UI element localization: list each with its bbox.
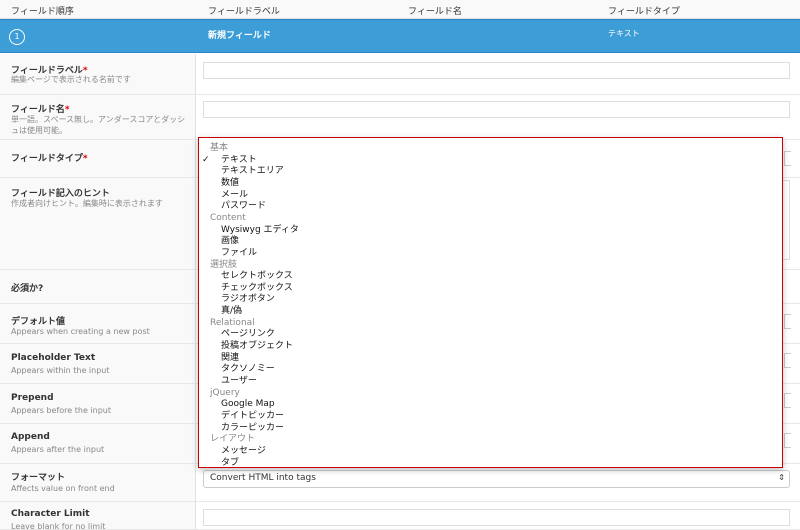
setting-name-desc: 単一語。スペース無し。アンダースコアとダッシュは使用可能。 bbox=[11, 115, 186, 135]
dropdown-option[interactable]: カラーピッカー bbox=[221, 423, 284, 434]
setting-placeholder-title: Placeholder Text bbox=[11, 353, 96, 363]
col-order-header: フィールド順序 bbox=[11, 7, 74, 17]
field-label-input[interactable] bbox=[203, 62, 790, 79]
column-header: フィールド順序 フィールドラベル フィールド名 フィールドタイプ bbox=[0, 0, 800, 19]
field-label-text[interactable]: 新規フィールド bbox=[208, 28, 271, 41]
setting-format-title: フォーマット bbox=[11, 473, 66, 483]
field-row-active[interactable]: 1 新規フィールド テキスト bbox=[0, 19, 800, 53]
dropdown-option[interactable]: デイトピッカー bbox=[221, 411, 284, 422]
col-type-header: フィールドタイプ bbox=[608, 7, 680, 17]
dropdown-option[interactable]: セレクトボックス bbox=[221, 271, 293, 282]
dropdown-group-label: 基本 bbox=[210, 143, 229, 153]
dropdown-option[interactable]: ファイル bbox=[221, 248, 257, 259]
dropdown-option[interactable]: 投稿オブジェクト bbox=[221, 341, 293, 352]
setting-type-title: フィールドタイプ* bbox=[11, 154, 88, 164]
dropdown-group-label: レイアウト bbox=[210, 434, 256, 445]
dropdown-option[interactable]: テキストエリア bbox=[221, 166, 284, 177]
dropdown-option[interactable]: ページリンク bbox=[221, 329, 275, 340]
dropdown-option[interactable]: Google Map bbox=[221, 399, 275, 410]
dropdown-option[interactable]: パスワード bbox=[221, 201, 266, 212]
default-input-edge[interactable] bbox=[784, 314, 791, 329]
dropdown-option[interactable]: ラジオボタン bbox=[221, 294, 275, 305]
dropdown-option[interactable]: 関連 bbox=[221, 353, 239, 364]
checkmark-icon: ✓ bbox=[202, 154, 210, 165]
setting-charlimit-desc: Leave blank for no limit bbox=[11, 522, 106, 530]
dropdown-option[interactable]: 真/偽 bbox=[221, 306, 242, 317]
dropdown-option[interactable]: 数値 bbox=[221, 178, 239, 189]
dropdown-option[interactable]: タブ bbox=[221, 458, 239, 469]
setting-append-title: Append bbox=[11, 432, 50, 442]
format-select[interactable]: Convert HTML into tags ⇕ bbox=[203, 470, 790, 488]
append-input-edge[interactable] bbox=[784, 433, 791, 448]
dropdown-option[interactable]: テキスト bbox=[221, 155, 257, 166]
dropdown-group-label: Relational bbox=[210, 317, 255, 328]
setting-hint-desc: 作成者向けヒント。編集時に表示されます bbox=[11, 199, 163, 208]
dropdown-group-label: jQuery bbox=[210, 387, 240, 398]
dropdown-option[interactable]: ユーザー bbox=[221, 376, 257, 387]
dropdown-option[interactable]: Wysiwyg エディタ bbox=[221, 225, 299, 236]
dropdown-group-label: 選択肢 bbox=[210, 259, 238, 270]
prepend-input-edge[interactable] bbox=[784, 393, 791, 408]
dropdown-option[interactable]: チェックボックス bbox=[221, 283, 293, 294]
placeholder-input-edge[interactable] bbox=[784, 353, 791, 368]
setting-prepend-desc: Appears before the input bbox=[11, 406, 111, 415]
format-select-value: Convert HTML into tags bbox=[210, 473, 316, 483]
setting-default-desc: Appears when creating a new post bbox=[11, 327, 150, 336]
setting-prepend-title: Prepend bbox=[11, 393, 54, 403]
field-name-input[interactable] bbox=[203, 101, 790, 118]
setting-charlimit-title: Character Limit bbox=[11, 509, 90, 519]
setting-required-title: 必須か? bbox=[11, 284, 44, 294]
setting-append-desc: Appears after the input bbox=[11, 445, 105, 454]
field-type-dropdown[interactable]: 基本 ✓ テキスト テキストエリア 数値 メール パスワード Content Wysiwyg エ… bbox=[198, 137, 783, 468]
dropdown-option[interactable]: 画像 bbox=[221, 236, 239, 247]
field-type-select-edge[interactable] bbox=[784, 151, 791, 166]
dropdown-group-label: Content bbox=[210, 212, 246, 223]
dropdown-option[interactable]: タクソノミー bbox=[221, 364, 275, 375]
setting-label-desc: 編集ページで表示される名前です bbox=[11, 75, 131, 84]
setting-placeholder-desc: Appears within the input bbox=[11, 366, 110, 375]
char-limit-input[interactable] bbox=[203, 509, 790, 526]
select-arrows-icon: ⇕ bbox=[778, 473, 785, 482]
col-label-header: フィールドラベル bbox=[208, 7, 280, 17]
setting-format-desc: Affects value on front end bbox=[11, 484, 115, 493]
field-order-badge[interactable]: 1 bbox=[9, 29, 25, 45]
field-type-text: テキスト bbox=[608, 29, 640, 38]
col-name-header: フィールド名 bbox=[408, 7, 462, 17]
dropdown-option[interactable]: メッセージ bbox=[221, 446, 266, 457]
dropdown-option[interactable]: メール bbox=[221, 190, 248, 201]
